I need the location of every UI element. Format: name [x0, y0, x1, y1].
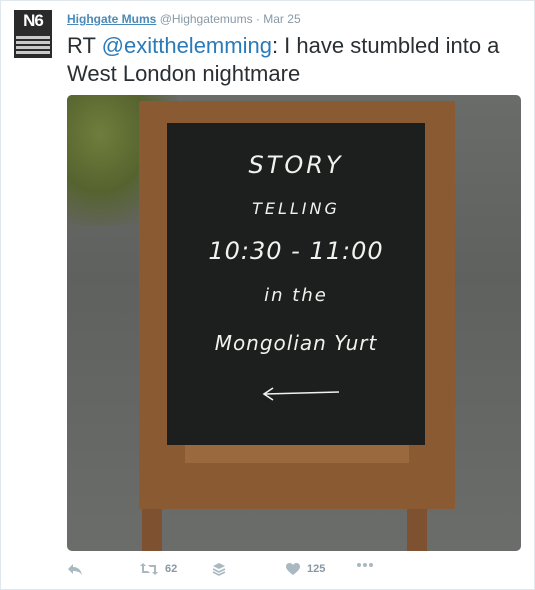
- tweet-actions: 62 125: [67, 562, 387, 580]
- more-icon: [357, 563, 373, 567]
- author-name[interactable]: Highgate Mums: [67, 12, 156, 26]
- avatar-stripe-icon: [16, 46, 50, 49]
- like-button[interactable]: 125: [285, 562, 325, 576]
- tweet-text: RT @exitthelemming: I have stumbled into…: [67, 32, 527, 88]
- retweet-count: 62: [165, 563, 178, 575]
- avatar-stripe-icon: [16, 36, 50, 39]
- more-button[interactable]: [356, 562, 374, 568]
- tweet-text-prefix: RT: [67, 33, 102, 58]
- tweet-photo[interactable]: STORY TELLING 10:30 - 11:00 in the Mongo…: [67, 95, 521, 551]
- reply-button[interactable]: [67, 562, 83, 576]
- author-handle[interactable]: @Highgatemums: [160, 12, 253, 26]
- buffer-icon: [212, 563, 226, 576]
- retweet-icon: [140, 563, 158, 575]
- chalk-arrow-icon: [262, 387, 340, 401]
- tweet-date[interactable]: Mar 25: [263, 12, 300, 26]
- header-separator: ·: [255, 12, 260, 26]
- avatar-stripe-icon: [16, 41, 50, 44]
- avatar[interactable]: N6: [14, 10, 52, 58]
- chalk-line-4: in the: [264, 285, 328, 306]
- chalk-line-5: Mongolian Yurt: [214, 331, 378, 355]
- like-count: 125: [307, 563, 326, 575]
- reply-icon: [68, 564, 82, 575]
- chalk-line-1: STORY: [248, 151, 344, 179]
- chalk-line-3: 10:30 - 11:00: [208, 237, 384, 265]
- board-crossbar: [185, 445, 409, 463]
- avatar-stripe-icon: [16, 51, 50, 54]
- tweet-header: Highgate Mums @Highgatemums · Mar 25: [67, 12, 301, 26]
- mention-link[interactable]: @exitthelemming: [102, 33, 272, 58]
- tweet-card: N6 Highgate Mums @Highgatemums · Mar 25 …: [0, 0, 535, 590]
- avatar-label: N6: [23, 11, 44, 30]
- heart-icon: [286, 563, 300, 575]
- buffer-button[interactable]: [212, 562, 226, 576]
- chalk-line-2: TELLING: [252, 199, 340, 218]
- retweet-button[interactable]: 62: [139, 562, 177, 576]
